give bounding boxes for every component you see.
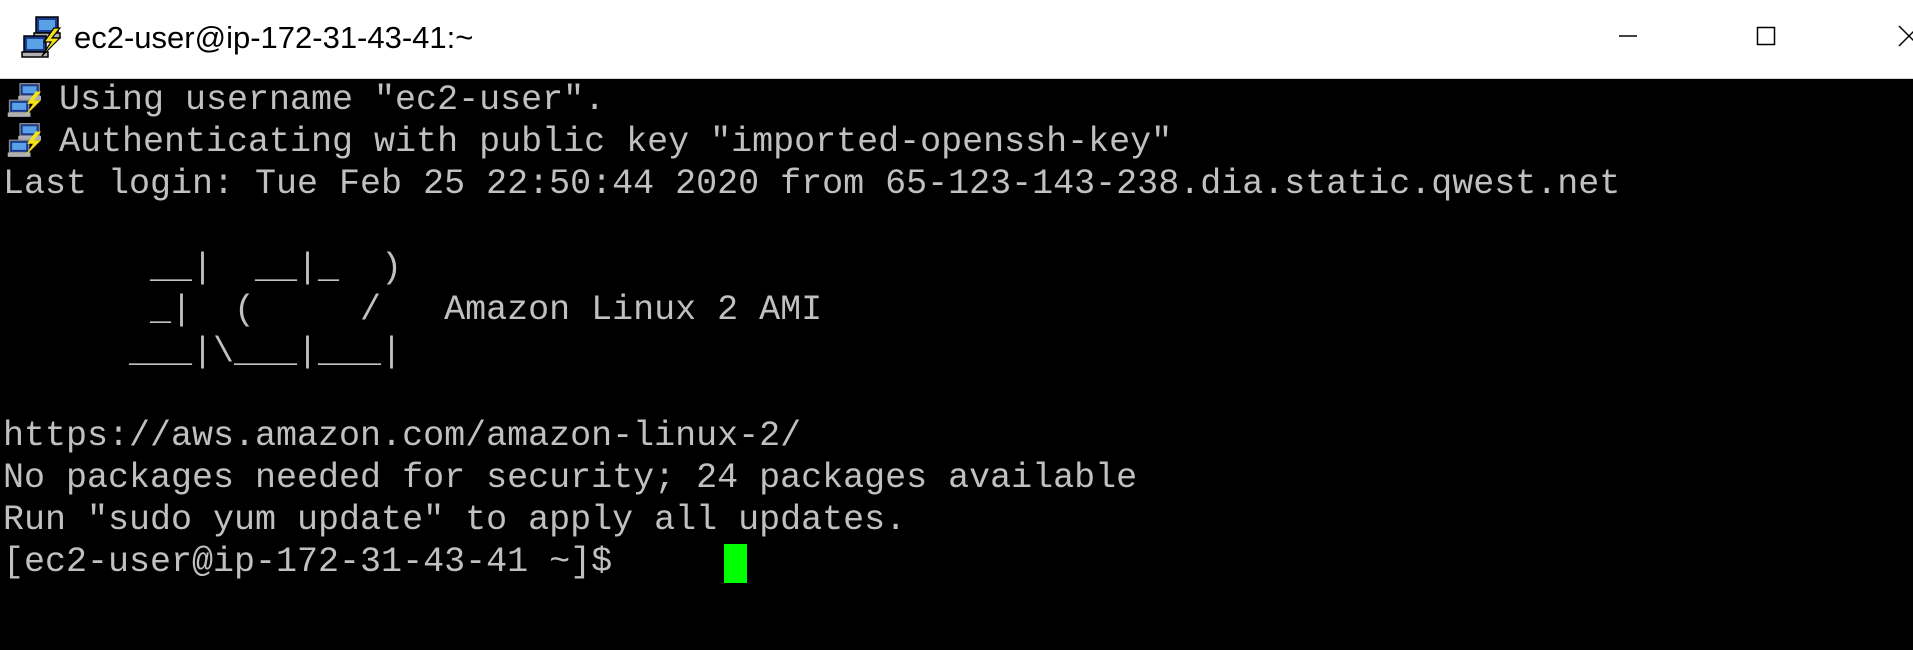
maximize-button[interactable]	[1711, 0, 1821, 72]
terminal-line: No packages needed for security; 24 pack…	[3, 458, 1138, 498]
putty-window: ec2-user@ip-172-31-43-41:~ Using usernam…	[0, 0, 1913, 650]
minimize-icon	[1619, 35, 1637, 37]
ascii-logo-line: __| __|_ )	[3, 248, 403, 288]
terminal-area[interactable]: Using username "ec2-user". Authenticatin…	[0, 79, 1913, 650]
shell-prompt[interactable]: [ec2-user@ip-172-31-43-41 ~]$	[3, 541, 633, 583]
close-icon	[1898, 25, 1913, 47]
ascii-logo-line: _| ( / Amazon Linux 2 AMI	[3, 290, 823, 330]
terminal-line: Authenticating with public key "imported…	[38, 122, 1173, 162]
terminal-line: Last login: Tue Feb 25 22:50:44 2020 fro…	[3, 164, 1621, 204]
terminal-line: Run "sudo yum update" to apply all updat…	[3, 500, 907, 540]
title-bar[interactable]: ec2-user@ip-172-31-43-41:~	[0, 0, 1913, 79]
minimize-button[interactable]	[1573, 0, 1683, 72]
close-button[interactable]	[1849, 0, 1913, 72]
text-cursor	[724, 544, 747, 583]
putty-icon[interactable]	[20, 14, 68, 62]
window-title: ec2-user@ip-172-31-43-41:~	[74, 20, 474, 55]
maximize-icon	[1756, 26, 1776, 46]
terminal-line: Using username "ec2-user".	[38, 80, 606, 120]
ascii-logo-line: ___|\___|___|	[3, 332, 403, 372]
terminal-line: https://aws.amazon.com/amazon-linux-2/	[3, 416, 802, 456]
